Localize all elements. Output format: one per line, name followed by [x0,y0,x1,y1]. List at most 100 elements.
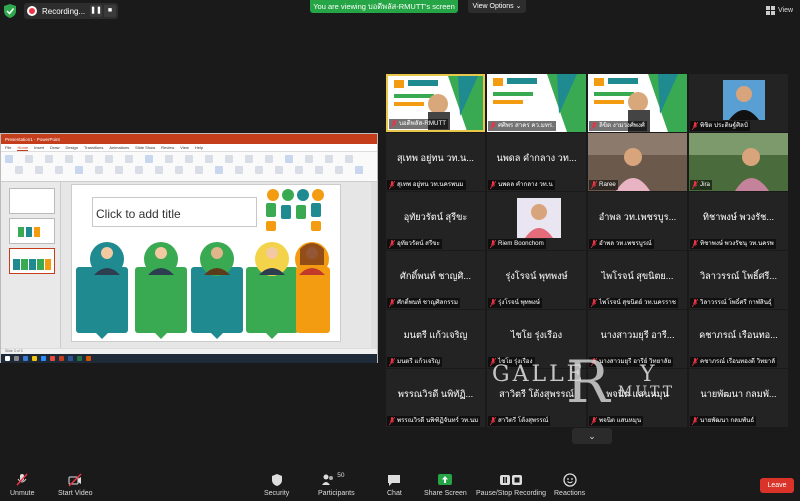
ribbon-tool-icon[interactable] [295,166,303,174]
ribbon-tool-icon[interactable] [285,155,293,163]
participant-tile[interactable]: นางสาวมยุรี อารี... นางสาวมยุรี อารีย์ ว… [588,310,687,368]
excel-icon[interactable] [77,356,82,361]
ribbon-tool-icon[interactable] [135,166,143,174]
ribbon-tool-icon[interactable] [45,155,53,163]
participant-tile[interactable]: คชาภรณ์ เรือนทอ... คชาภรณ์ เรือนทองดี วิ… [689,310,788,368]
powerpoint-icon[interactable] [59,356,64,361]
ribbon-tool-icon[interactable] [305,155,313,163]
ribbon-tool-icon[interactable] [255,166,263,174]
ribbon-tool-icon[interactable] [345,155,353,163]
ribbon-tool-icon[interactable] [145,155,153,163]
share-screen-button[interactable]: Share Screen [424,473,467,497]
ribbon-tool-icon[interactable] [15,166,23,174]
view-button[interactable]: View [766,6,793,15]
ribbon-tool-icon[interactable] [225,155,233,163]
ribbon-tool-icon[interactable] [315,166,323,174]
ribbon-tool-icon[interactable] [35,166,43,174]
reactions-button[interactable]: Reactions [554,473,585,497]
title-placeholder[interactable]: Click to add title [92,197,257,227]
ribbon-tool-icon[interactable] [195,166,203,174]
participant-tile[interactable]: ศักดิ์พนท์ ชาญศิ... ศักดิ์พนท์ ชาญศิลกรร… [386,251,485,309]
ribbon-tool-icon[interactable] [175,166,183,174]
ppt-tab[interactable]: Review [161,145,174,150]
ppt-tab[interactable]: Design [65,145,77,150]
stop-recording-icon[interactable]: ■ [104,5,116,17]
participant-tile[interactable]: Riem Boonchom [487,192,586,250]
windows-start-icon[interactable] [5,356,10,361]
ppt-tab[interactable]: Help [195,145,203,150]
slide-canvas[interactable]: Click to add title [71,184,341,342]
ribbon-tool-icon[interactable] [25,155,33,163]
participant-tile[interactable]: Raree [588,133,687,191]
pause-recording-icon[interactable]: ❚❚ [90,5,102,17]
slide-scrollbar[interactable] [371,182,377,348]
word-icon[interactable] [68,356,73,361]
ribbon-tool-icon[interactable] [245,155,253,163]
ppt-tab[interactable]: File [5,145,11,150]
ribbon-tool-icon[interactable] [265,155,273,163]
ppt-tab[interactable]: Animations [109,145,129,150]
security-button[interactable]: Security [264,473,289,497]
search-icon[interactable] [14,356,19,361]
participant-tile[interactable]: ไชโย รุ่งเรือง ไชโย รุ่งเรือง [487,310,586,368]
participant-tile[interactable]: บอดีพลัส-RMUTT [386,74,485,132]
participant-tile[interactable]: Jira [689,133,788,191]
ppt-tab[interactable]: Slide Show [135,145,155,150]
chrome-icon[interactable] [50,356,55,361]
participant-tile[interactable]: ไพโรจน์ สุขนิตย... ไพโรจน์ สุขนิตย์ วท.น… [588,251,687,309]
participant-tile[interactable]: อำพล วท.เพชรบูร... อำพล วท.เพชรบูรณ์ [588,192,687,250]
participant-tile[interactable]: พรรณวิรดี นพิทัฏิ... พรรณวิรดี นพิฑิฏิจั… [386,369,485,427]
ppt-tab[interactable]: Transitions [84,145,103,150]
gallery-next-page-button[interactable]: ⌄ [572,428,612,444]
unmute-button[interactable]: Unmute [10,473,35,497]
ribbon-tool-icon[interactable] [165,155,173,163]
participant-tile[interactable]: อุทัยวรัตน์ สุรีขะ อุทัยวรัตน์ สรีขะ [386,192,485,250]
ribbon-tool-icon[interactable] [55,166,63,174]
slide-thumbnail-selected[interactable] [9,248,55,274]
participant-tile[interactable]: นพดล คำกลาง วท... นพดล คำกลาง วท.น [487,133,586,191]
ribbon-tool-icon[interactable] [65,155,73,163]
slide-thumbnail[interactable] [9,188,55,214]
participant-tile[interactable]: วิลาวรรณ์ โพธิ์ศรี... วิลาวรรณ์ โพธิ์ศรี… [689,251,788,309]
zoom-icon[interactable] [41,356,46,361]
ribbon-tool-icon[interactable] [235,166,243,174]
start-video-button[interactable]: Start Video [58,473,93,497]
ppt-tab[interactable]: View [180,145,189,150]
ribbon-tool-icon[interactable] [105,155,113,163]
ppt-tab[interactable]: Insert [34,145,44,150]
chat-button[interactable]: Chat [387,473,402,497]
participant-tile[interactable]: สุเทพ อยู่ทน วท.น... สุเทพ อยู่ทน วท.นคร… [386,133,485,191]
pause-stop-recording-button[interactable]: Pause/Stop Recording [476,473,546,497]
slide-thumbnail[interactable] [9,218,55,244]
ribbon-tool-icon[interactable] [115,166,123,174]
ribbon-tool-icon[interactable] [325,155,333,163]
ribbon-tool-icon[interactable] [205,155,213,163]
participant-tile[interactable]: พิชิต ประดิษฐ์ศิลป์ [689,74,788,132]
ribbon-tool-icon[interactable] [215,166,223,174]
participant-tile[interactable]: สาวิตรี โต้งสุพรรณ์ สาวิตรี โต้งสุพรรณ์ [487,369,586,427]
ribbon-tool-icon[interactable] [355,166,363,174]
ribbon-tool-icon[interactable] [85,155,93,163]
participant-tile[interactable]: รุ่งโรจน์ พุทพงษ์ รุ่งโรจน์ พุทพงษ์ [487,251,586,309]
ppt-tab[interactable]: Draw [50,145,59,150]
ribbon-tool-icon[interactable] [155,166,163,174]
leave-button[interactable]: Leave [760,478,794,493]
participant-tile[interactable]: มนตรี แก้วเจริญ มนตรี แก้วเจริญ [386,310,485,368]
ribbon-tool-icon[interactable] [95,166,103,174]
participant-tile[interactable]: ลิขิต งามวงศ์พงศ์ [588,74,687,132]
participant-tile[interactable]: ทิชาพงษ์ พวงรัช... ทิชาพงษ์ พวงรัชนุ วท.… [689,192,788,250]
ribbon-tool-icon[interactable] [5,155,13,163]
shield-icon[interactable] [4,4,16,18]
ribbon-tool-icon[interactable] [185,155,193,163]
ribbon-tool-icon[interactable] [125,155,133,163]
participant-tile[interactable]: นายพัฒนา กลมพั... นายพัฒนา กลมพันธ์ [689,369,788,427]
ribbon-tool-icon[interactable] [275,166,283,174]
view-options-button[interactable]: View Options ⌄ [468,0,526,13]
ribbon-tool-icon[interactable] [335,166,343,174]
ribbon-tool-icon[interactable] [75,166,83,174]
app-icon[interactable] [86,356,91,361]
participants-button[interactable]: 50 Participants [318,472,355,497]
participant-tile[interactable]: ศศิพร สาคร คว.มทร. [487,74,586,132]
ppt-tab[interactable]: Home [17,145,29,151]
participant-tile[interactable]: พจนิต แสนหมุน พจนิต แสนหมุน [588,369,687,427]
